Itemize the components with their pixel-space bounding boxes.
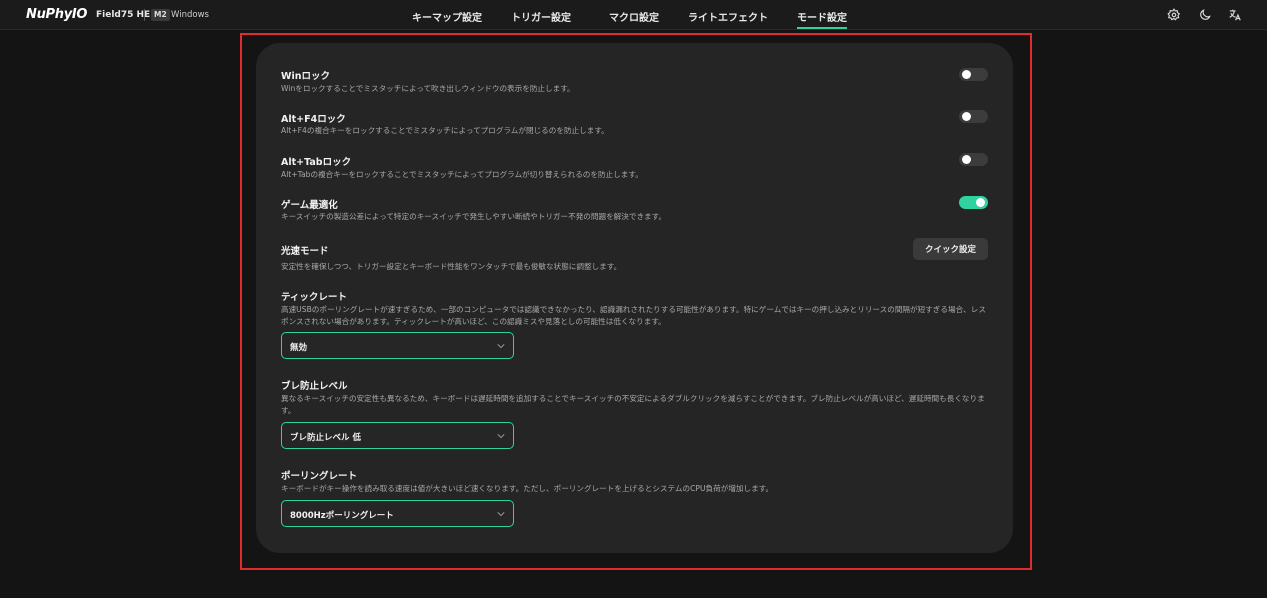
gear-icon[interactable] [1167,8,1181,22]
polling-desc: キーボードがキー操作を読み取る速度は値が大きいほど速くなります。ただし、ポーリン… [281,484,774,493]
altf4-lock-desc: Alt+F4の複合キーをロックすることでミスタッチによってプログラムが閉じるのを… [281,126,609,135]
alttab-lock-toggle[interactable] [959,153,988,166]
light-speed-title: 光速モード [281,246,329,257]
debounce-desc: 異なるキースイッチの安定性も異なるため、キーボードは遅延時間を追加することでキー… [281,394,985,415]
tick-rate-title: ティックレート [281,292,347,303]
tab-light-effect[interactable]: ライトエフェクト [688,9,768,24]
os-label[interactable]: Windows [171,10,209,20]
alttab-lock-title: Alt+Tabロック [281,157,352,168]
tick-rate-select[interactable]: 無効 [281,332,514,359]
chevron-down-icon [497,432,505,440]
mode-settings-panel [256,43,1013,553]
toggle-knob [976,198,985,207]
moon-icon[interactable] [1198,8,1212,22]
alttab-lock-desc: Alt+Tabの複合キーをロックすることでミスタッチによってプログラムが切り替え… [281,170,643,179]
game-opt-toggle[interactable] [959,196,988,209]
debounce-select[interactable]: ブレ防止レベル 低 [281,422,514,449]
quick-setup-button[interactable]: クイック設定 [913,238,988,260]
app-logo: NuPhyIO [26,7,88,22]
altf4-lock-toggle[interactable] [959,110,988,123]
tick-rate-desc: 高速USBのポーリングレートが速すぎるため、一部のコンピュータでは認識できなかっ… [281,305,986,326]
tab-macro[interactable]: マクロ設定 [609,9,659,24]
light-speed-desc: 安定性を確保しつつ、トリガー設定とキーボード性能をワンタッチで最も俊敏な状態に調… [281,262,622,271]
toggle-knob [962,70,971,79]
tab-trigger[interactable]: トリガー設定 [511,9,571,24]
mode-badge: M2 [151,9,170,21]
translate-icon[interactable] [1228,8,1242,22]
debounce-title: ブレ防止レベル [281,381,348,392]
win-lock-desc: Winをロックすることでミスタッチによって吹き出しウィンドウの表示を防止します。 [281,84,575,93]
toggle-knob [962,155,971,164]
tab-keymap[interactable]: キーマップ設定 [412,9,482,24]
chevron-down-icon [497,342,505,350]
win-lock-toggle[interactable] [959,68,988,81]
top-bar: NuPhyIO Field75 HE M2 Windows キーマップ設定 トリ… [0,0,1267,30]
chevron-down-icon [497,510,505,518]
polling-value: 8000Hzポーリングレート [290,511,394,521]
tab-mode-settings[interactable]: モード設定 [797,9,847,29]
win-lock-title: Winロック [281,71,330,82]
altf4-lock-title: Alt+F4ロック [281,114,346,125]
polling-title: ポーリングレート [281,471,358,482]
debounce-value: ブレ防止レベル 低 [290,433,361,443]
divider [144,9,145,21]
device-name[interactable]: Field75 HE [96,10,150,20]
toggle-knob [962,112,971,121]
game-opt-desc: キースイッチの製造公差によって特定のキースイッチで発生しやすい断続やトリガー不発… [281,212,667,221]
tick-rate-value: 無効 [290,343,308,353]
polling-select[interactable]: 8000Hzポーリングレート [281,500,514,527]
game-opt-title: ゲーム最適化 [281,200,338,211]
